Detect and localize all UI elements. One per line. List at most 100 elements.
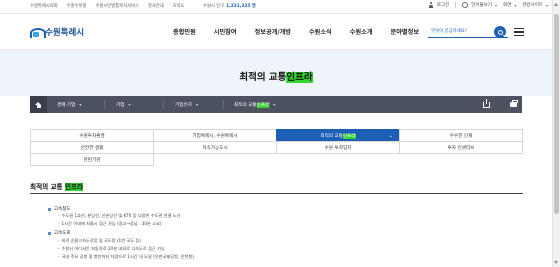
list-item: 수원시 어디서든 자동차로 20분 내외로 고속도로 접근 가능 bbox=[58, 246, 165, 252]
section-heading: 고속철도 bbox=[48, 206, 71, 212]
site-header: 수원특례시 종합민원 시민참여 정보공개/개방 수원소식 수원소개 분야별정보 … bbox=[0, 14, 552, 50]
site-logo[interactable]: 수원특례시 bbox=[30, 26, 84, 38]
chevron-down-icon: ▾ bbox=[195, 102, 198, 107]
utility-links: 수원특례시의회 수원수목원 수원시민발통복지서비스 청사안내 조직도 bbox=[30, 3, 185, 9]
breadcrumb-current-text: 최적의 교통 bbox=[234, 102, 257, 108]
all-menu-button[interactable] bbox=[514, 28, 524, 36]
search-placeholder: 무엇이 궁금하세요? bbox=[431, 29, 468, 34]
nav-item[interactable]: 정보공개/개방 bbox=[255, 27, 291, 36]
tab-sustainable-city[interactable]: 지속가능도시 bbox=[153, 141, 277, 154]
related-sites-select[interactable]: 관련사이트 ▾ bbox=[522, 2, 548, 9]
breadcrumb-item[interactable]: 기업 ▾ bbox=[116, 96, 130, 113]
bullet-icon bbox=[48, 231, 51, 235]
page: 수원특례시의회 수원수목원 수원시민발통복지서비스 청사안내 조직도 수원시 인… bbox=[0, 0, 560, 267]
content-title-highlight: 인프라 bbox=[64, 183, 84, 191]
divider bbox=[30, 193, 523, 194]
scroll-up-arrow-icon[interactable] bbox=[554, 3, 558, 6]
tab-label-highlight: 인프라 bbox=[342, 133, 356, 139]
share-button[interactable] bbox=[478, 96, 495, 113]
scrollbar-thumb[interactable] bbox=[554, 14, 559, 214]
hamburger-icon bbox=[514, 28, 524, 30]
hamburger-icon-bar bbox=[514, 31, 524, 33]
chevron-down-icon: ▾ bbox=[494, 2, 497, 8]
home-button[interactable] bbox=[30, 96, 47, 113]
tab-label: 안전한 생활 bbox=[80, 145, 104, 151]
logo-text: 수원특례시 bbox=[45, 28, 85, 38]
page-title: 최적의 교통인프라 bbox=[0, 69, 552, 83]
chevron-down-icon: ▾ bbox=[514, 2, 517, 8]
globe-icon bbox=[462, 2, 469, 8]
main-nav: 종합민원 시민참여 정보공개/개방 수원소식 수원소개 분야별정보 bbox=[173, 27, 437, 36]
chevron-down-icon: ▾ bbox=[79, 102, 82, 107]
section-heading: 고속도로 bbox=[48, 230, 71, 236]
divider bbox=[223, 100, 224, 109]
chevron-down-icon: ▾ bbox=[128, 102, 131, 107]
utility-bar: 수원특례시의회 수원수목원 수원시민발통복지서비스 청사안내 조직도 수원시 인… bbox=[0, 0, 552, 14]
tab-label: 기업특례시, 수원특례시 bbox=[192, 133, 238, 139]
login-link[interactable]: 로그인 bbox=[428, 2, 449, 8]
breadcrumb: 경제·기업 ▾ 기업 ▾ 기업유치 ▾ 최적의 교통인프라 ▾ bbox=[30, 96, 522, 113]
population-label: 수원시 인구 bbox=[203, 4, 225, 9]
search-icon bbox=[497, 29, 503, 35]
nav-item[interactable]: 수원소개 bbox=[350, 27, 373, 36]
breadcrumb-item[interactable]: 경제·기업 ▾ bbox=[57, 96, 81, 113]
breadcrumb-current-highlight: 인프라 bbox=[256, 102, 270, 108]
print-button[interactable] bbox=[505, 96, 522, 113]
list-item: 국내 주요 공항 및 항만까지 차량으로 1시간 내 도달 (인천국제공항, 인… bbox=[58, 254, 194, 260]
chevron-down-icon: ▾ bbox=[545, 2, 548, 8]
breadcrumb-label: 기업유치 bbox=[175, 102, 192, 108]
nav-item[interactable]: 시민참여 bbox=[214, 27, 237, 36]
divider bbox=[163, 100, 164, 109]
breadcrumb-item[interactable]: 기업유치 ▾ bbox=[175, 96, 198, 113]
list-item: 수도권 1호선, 분당선, 신분당선 및 KTX 등 다양한 수도권 연결 노선 bbox=[58, 213, 181, 219]
tab-investment-location[interactable]: 수원 투자입지 bbox=[276, 141, 400, 154]
screen-size-control[interactable]: 화면 ▾ bbox=[502, 2, 517, 9]
page-title-text: 최적의 교통 bbox=[239, 72, 287, 83]
utility-link[interactable]: 수원시민발통복지서비스 bbox=[95, 3, 138, 9]
content-title-text: 최적의 교통 bbox=[30, 183, 65, 191]
utility-link[interactable]: 수원수목원 bbox=[67, 3, 87, 9]
login-label: 로그인 bbox=[436, 3, 450, 8]
utility-link[interactable]: 청사안내 bbox=[148, 3, 164, 9]
scroll-down-arrow-icon[interactable] bbox=[554, 261, 558, 264]
tab-related-agencies[interactable]: 관련기관 bbox=[30, 153, 154, 166]
screen-size-label: 화면 bbox=[502, 3, 512, 8]
chevron-down-icon: ⌄ bbox=[388, 133, 393, 139]
language-label: 언어불보기 bbox=[471, 3, 492, 8]
list-item: 1시간 이내에 서울시 접근 가능 (광교→강남 : 30분 소요) bbox=[58, 221, 162, 227]
chevron-down-icon: ▾ bbox=[273, 102, 276, 107]
tab-label: 수원 투자입지 bbox=[324, 145, 352, 151]
tab-label: 지속가능도시 bbox=[202, 145, 228, 151]
language-select[interactable]: 언어불보기 ▾ bbox=[462, 2, 497, 8]
breadcrumb-item[interactable]: 최적의 교통인프라 ▾ bbox=[234, 96, 275, 113]
nav-item[interactable]: 수원소식 bbox=[309, 27, 332, 36]
content-title: 최적의 교통 인프라 bbox=[30, 181, 84, 191]
breadcrumb-label: 최적의 교통인프라 bbox=[234, 102, 270, 108]
search-button[interactable] bbox=[494, 26, 506, 38]
nav-item[interactable]: 종합민원 bbox=[173, 27, 196, 36]
logo-icon bbox=[30, 26, 46, 38]
user-icon bbox=[428, 2, 434, 8]
nav-item[interactable]: 분야별정보 bbox=[391, 27, 419, 36]
page-title-highlight: 인프라 bbox=[286, 72, 313, 83]
tab-label: 수원투자환경 bbox=[79, 133, 105, 139]
tab-label: 최적의 교통인프라 bbox=[320, 133, 356, 139]
population-value: 1,231,325 명 bbox=[226, 4, 256, 9]
list-item: 외곽 순환고속도로망 및 국도망 (1번 국도 등) bbox=[58, 238, 141, 244]
utility-link[interactable]: 수원특례시의회 bbox=[30, 3, 58, 9]
section-heading-text: 고속철도 bbox=[54, 207, 71, 212]
population-counter: 수원시 인구 1,231,325 명 bbox=[203, 3, 256, 9]
tab-label-text: 최적의 교통 bbox=[320, 133, 343, 139]
section-heading-text: 고속도로 bbox=[54, 231, 71, 236]
utility-link[interactable]: 조직도 bbox=[173, 3, 185, 9]
divider bbox=[104, 100, 105, 109]
hamburger-icon-bar bbox=[514, 34, 524, 36]
page-hero: 최적의 교통인프라 bbox=[0, 50, 552, 96]
bullet-icon bbox=[48, 207, 51, 211]
tab-incentives[interactable]: 투자 인센티브 bbox=[399, 141, 523, 154]
utility-right: 로그인 언어불보기 ▾ 화면 ▾ 관련사이트 ▾ bbox=[428, 2, 548, 8]
divider bbox=[455, 2, 457, 8]
breadcrumb-label: 경제·기업 bbox=[57, 102, 76, 108]
share-icon bbox=[483, 98, 490, 108]
scrollbar[interactable] bbox=[552, 0, 560, 267]
